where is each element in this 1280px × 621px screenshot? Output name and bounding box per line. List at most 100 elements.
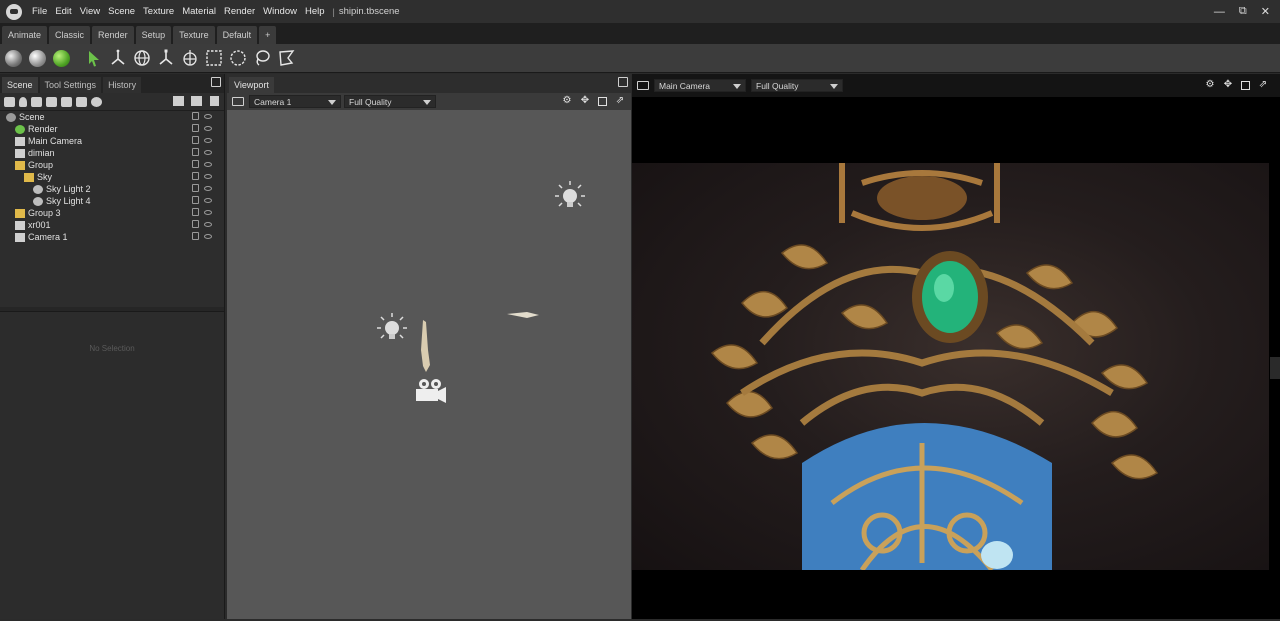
shading-gray-button[interactable] [4, 49, 23, 68]
render-output-image[interactable] [632, 163, 1269, 570]
visibility-eye-icon[interactable] [204, 174, 212, 179]
rotate-tool-button[interactable] [132, 49, 151, 68]
maximize-button[interactable]: ⧉ [1239, 5, 1247, 18]
tree-item-group-3[interactable]: Group 3 [0, 207, 224, 219]
menu-render[interactable]: Render [220, 0, 259, 23]
visibility-eye-icon[interactable] [204, 114, 212, 119]
shading-full-button[interactable] [52, 49, 71, 68]
scale-tool-button[interactable] [156, 49, 175, 68]
tree-item-sky-light-2[interactable]: Sky Light 2 [0, 183, 224, 195]
lasso-select-button[interactable] [252, 49, 271, 68]
lock-icon[interactable] [192, 232, 199, 240]
tab-setup[interactable]: Setup [135, 26, 172, 44]
menu-help[interactable]: Help [301, 0, 329, 23]
camera-select[interactable]: Camera 1 [249, 95, 341, 108]
render-move-view-icon[interactable]: ✥ [1223, 80, 1233, 90]
rect-select-button[interactable] [204, 49, 223, 68]
circle-select-button[interactable] [228, 49, 247, 68]
tab-viewport[interactable]: Viewport [229, 77, 274, 93]
menu-view[interactable]: View [76, 0, 104, 23]
camera-object-icon[interactable] [416, 379, 446, 403]
model-xr001[interactable] [421, 320, 430, 372]
collapse-side-panel-handle[interactable] [1270, 357, 1280, 379]
render-maximize-view-icon[interactable] [1241, 80, 1250, 90]
add-shadow-catcher-icon[interactable] [61, 96, 72, 107]
sky-light-icon-2[interactable] [377, 313, 407, 339]
lock-icon[interactable] [192, 124, 199, 132]
tab-scene[interactable]: Scene [2, 77, 38, 93]
menu-file[interactable]: File [28, 0, 51, 23]
add-mesh-icon[interactable] [4, 96, 15, 107]
lock-icon[interactable] [192, 196, 199, 204]
tree-item-xr001[interactable]: xr001 [0, 219, 224, 231]
visibility-eye-icon[interactable] [204, 126, 212, 131]
render-settings-gear-icon[interactable]: ⚙ [1205, 80, 1215, 90]
menu-edit[interactable]: Edit [51, 0, 75, 23]
tree-item-main-camera[interactable]: Main Camera [0, 135, 224, 147]
add-tab-button[interactable]: + [259, 26, 277, 44]
visibility-eye-icon[interactable] [204, 186, 212, 191]
lock-icon[interactable] [192, 184, 199, 192]
visibility-eye-icon[interactable] [204, 210, 212, 215]
lock-icon[interactable] [192, 220, 199, 228]
tab-classic[interactable]: Classic [49, 26, 91, 44]
viewport-undock-icon[interactable] [618, 77, 628, 87]
select-tool-button[interactable] [84, 49, 103, 68]
tree-item-scene[interactable]: Scene [0, 111, 224, 123]
add-audio-icon[interactable] [91, 96, 102, 107]
tree-item-dimian[interactable]: dimian [0, 147, 224, 159]
add-light-icon[interactable] [19, 96, 27, 107]
settings-gear-icon[interactable]: ⚙ [562, 96, 572, 106]
menu-window[interactable]: Window [259, 0, 301, 23]
menu-material[interactable]: Material [178, 0, 220, 23]
tab-history[interactable]: History [103, 77, 142, 93]
model-dimian[interactable] [507, 312, 539, 318]
tab-render[interactable]: Render [92, 26, 134, 44]
undock-icon[interactable] [211, 77, 221, 87]
popout-icon[interactable]: ⇗ [615, 96, 625, 106]
shading-lit-button[interactable] [28, 49, 47, 68]
add-sky-icon[interactable] [46, 96, 57, 107]
delete-icon[interactable] [210, 96, 219, 106]
visibility-eye-icon[interactable] [204, 198, 212, 203]
menu-texture[interactable]: Texture [139, 0, 178, 23]
maximize-view-icon[interactable] [598, 96, 607, 106]
render-popout-icon[interactable]: ⇗ [1258, 80, 1268, 90]
transform-tool-button[interactable] [180, 49, 199, 68]
lock-icon[interactable] [192, 112, 199, 120]
viewport-canvas[interactable] [227, 110, 631, 619]
tree-item-render[interactable]: Render [0, 123, 224, 135]
lock-icon[interactable] [192, 208, 199, 216]
quality-select[interactable]: Full Quality [344, 95, 436, 108]
tab-default[interactable]: Default [216, 26, 258, 44]
tree-item-group[interactable]: Group [0, 159, 224, 171]
visibility-eye-icon[interactable] [204, 222, 212, 227]
add-camera-icon[interactable] [31, 96, 42, 107]
visibility-eye-icon[interactable] [204, 162, 212, 167]
add-fog-icon[interactable] [76, 96, 87, 107]
lock-icon[interactable] [192, 136, 199, 144]
menu-scene[interactable]: Scene [104, 0, 139, 23]
render-camera-select[interactable]: Main Camera [654, 79, 746, 92]
visibility-eye-icon[interactable] [204, 150, 212, 155]
new-folder-icon[interactable] [173, 96, 184, 106]
lock-icon[interactable] [192, 172, 199, 180]
tab-texture[interactable]: Texture [173, 26, 215, 44]
tab-animate[interactable]: Animate [2, 26, 48, 44]
close-button[interactable]: ✕ [1261, 5, 1270, 18]
lock-icon[interactable] [192, 160, 199, 168]
move-view-icon[interactable]: ✥ [580, 96, 590, 106]
visibility-eye-icon[interactable] [204, 234, 212, 239]
duplicate-icon[interactable] [191, 96, 202, 106]
tree-item-camera-1[interactable]: Camera 1 [0, 231, 224, 243]
move-tool-button[interactable] [108, 49, 127, 68]
visibility-eye-icon[interactable] [204, 138, 212, 143]
sky-light-icon[interactable] [555, 181, 585, 207]
polygon-select-button[interactable] [276, 49, 295, 68]
tab-tool-settings[interactable]: Tool Settings [39, 77, 102, 93]
render-quality-select[interactable]: Full Quality [751, 79, 843, 92]
tree-item-sky-light-4[interactable]: Sky Light 4 [0, 195, 224, 207]
tree-item-sky[interactable]: Sky [0, 171, 224, 183]
lock-icon[interactable] [192, 148, 199, 156]
minimize-button[interactable]: — [1214, 6, 1225, 18]
